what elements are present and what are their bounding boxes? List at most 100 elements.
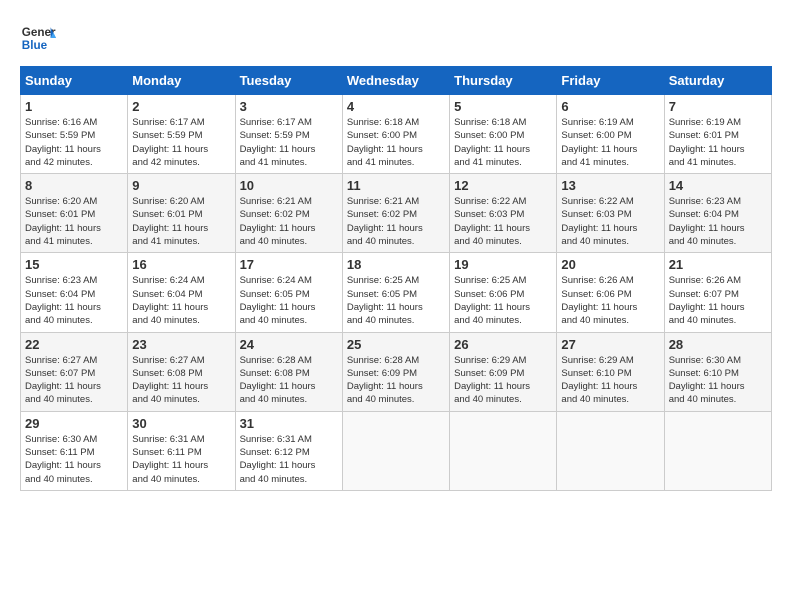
day-info: Sunrise: 6:28 AM Sunset: 6:09 PM Dayligh…	[347, 354, 445, 407]
calendar-cell: 11 Sunrise: 6:21 AM Sunset: 6:02 PM Dayli…	[342, 174, 449, 253]
day-number: 3	[240, 99, 338, 114]
logo-icon: General Blue	[20, 20, 56, 56]
day-number: 28	[669, 337, 767, 352]
day-info: Sunrise: 6:29 AM Sunset: 6:10 PM Dayligh…	[561, 354, 659, 407]
day-number: 15	[25, 257, 123, 272]
calendar-cell: 28 Sunrise: 6:30 AM Sunset: 6:10 PM Dayli…	[664, 332, 771, 411]
day-info: Sunrise: 6:27 AM Sunset: 6:07 PM Dayligh…	[25, 354, 123, 407]
calendar-cell	[450, 411, 557, 490]
calendar-cell: 25 Sunrise: 6:28 AM Sunset: 6:09 PM Dayli…	[342, 332, 449, 411]
day-number: 2	[132, 99, 230, 114]
weekday-thursday: Thursday	[450, 67, 557, 95]
calendar-cell: 31 Sunrise: 6:31 AM Sunset: 6:12 PM Dayli…	[235, 411, 342, 490]
day-number: 17	[240, 257, 338, 272]
day-info: Sunrise: 6:23 AM Sunset: 6:04 PM Dayligh…	[669, 195, 767, 248]
day-info: Sunrise: 6:18 AM Sunset: 6:00 PM Dayligh…	[454, 116, 552, 169]
day-info: Sunrise: 6:23 AM Sunset: 6:04 PM Dayligh…	[25, 274, 123, 327]
day-number: 21	[669, 257, 767, 272]
day-info: Sunrise: 6:28 AM Sunset: 6:08 PM Dayligh…	[240, 354, 338, 407]
day-info: Sunrise: 6:31 AM Sunset: 6:11 PM Dayligh…	[132, 433, 230, 486]
calendar-cell	[664, 411, 771, 490]
day-info: Sunrise: 6:24 AM Sunset: 6:04 PM Dayligh…	[132, 274, 230, 327]
day-number: 20	[561, 257, 659, 272]
day-number: 9	[132, 178, 230, 193]
weekday-monday: Monday	[128, 67, 235, 95]
calendar-cell: 19 Sunrise: 6:25 AM Sunset: 6:06 PM Dayli…	[450, 253, 557, 332]
week-row-2: 8 Sunrise: 6:20 AM Sunset: 6:01 PM Daylig…	[21, 174, 772, 253]
day-info: Sunrise: 6:21 AM Sunset: 6:02 PM Dayligh…	[347, 195, 445, 248]
day-info: Sunrise: 6:17 AM Sunset: 5:59 PM Dayligh…	[240, 116, 338, 169]
weekday-tuesday: Tuesday	[235, 67, 342, 95]
day-number: 11	[347, 178, 445, 193]
day-number: 1	[25, 99, 123, 114]
day-info: Sunrise: 6:21 AM Sunset: 6:02 PM Dayligh…	[240, 195, 338, 248]
calendar-cell: 3 Sunrise: 6:17 AM Sunset: 5:59 PM Daylig…	[235, 95, 342, 174]
day-info: Sunrise: 6:30 AM Sunset: 6:11 PM Dayligh…	[25, 433, 123, 486]
calendar-cell: 2 Sunrise: 6:17 AM Sunset: 5:59 PM Daylig…	[128, 95, 235, 174]
calendar-cell: 10 Sunrise: 6:21 AM Sunset: 6:02 PM Dayli…	[235, 174, 342, 253]
calendar-cell: 26 Sunrise: 6:29 AM Sunset: 6:09 PM Dayli…	[450, 332, 557, 411]
day-info: Sunrise: 6:26 AM Sunset: 6:06 PM Dayligh…	[561, 274, 659, 327]
day-info: Sunrise: 6:30 AM Sunset: 6:10 PM Dayligh…	[669, 354, 767, 407]
calendar-cell: 20 Sunrise: 6:26 AM Sunset: 6:06 PM Dayli…	[557, 253, 664, 332]
day-number: 27	[561, 337, 659, 352]
calendar-body: 1Sunrise: 6:16 AM Sunset: 5:59 PM Daylig…	[21, 95, 772, 491]
day-info: Sunrise: 6:27 AM Sunset: 6:08 PM Dayligh…	[132, 354, 230, 407]
calendar-cell: 12Sunrise: 6:22 AM Sunset: 6:03 PM Dayli…	[450, 174, 557, 253]
day-number: 19	[454, 257, 552, 272]
day-info: Sunrise: 6:22 AM Sunset: 6:03 PM Dayligh…	[454, 195, 552, 248]
day-number: 4	[347, 99, 445, 114]
day-number: 22	[25, 337, 123, 352]
week-row-5: 29 Sunrise: 6:30 AM Sunset: 6:11 PM Dayli…	[21, 411, 772, 490]
weekday-sunday: Sunday	[21, 67, 128, 95]
day-info: Sunrise: 6:29 AM Sunset: 6:09 PM Dayligh…	[454, 354, 552, 407]
day-number: 14	[669, 178, 767, 193]
calendar-cell: 9 Sunrise: 6:20 AM Sunset: 6:01 PM Daylig…	[128, 174, 235, 253]
calendar-table: SundayMondayTuesdayWednesdayThursdayFrid…	[20, 66, 772, 491]
svg-text:Blue: Blue	[22, 39, 48, 52]
day-info: Sunrise: 6:19 AM Sunset: 6:01 PM Dayligh…	[669, 116, 767, 169]
calendar-cell: 7 Sunrise: 6:19 AM Sunset: 6:01 PM Daylig…	[664, 95, 771, 174]
calendar-cell: 23Sunrise: 6:27 AM Sunset: 6:08 PM Dayli…	[128, 332, 235, 411]
week-row-1: 1Sunrise: 6:16 AM Sunset: 5:59 PM Daylig…	[21, 95, 772, 174]
calendar-cell: 30 Sunrise: 6:31 AM Sunset: 6:11 PM Dayli…	[128, 411, 235, 490]
day-number: 6	[561, 99, 659, 114]
calendar-cell	[342, 411, 449, 490]
day-info: Sunrise: 6:17 AM Sunset: 5:59 PM Dayligh…	[132, 116, 230, 169]
day-number: 8	[25, 178, 123, 193]
calendar-cell: 14 Sunrise: 6:23 AM Sunset: 6:04 PM Dayli…	[664, 174, 771, 253]
day-number: 26	[454, 337, 552, 352]
day-number: 25	[347, 337, 445, 352]
calendar-cell: 1Sunrise: 6:16 AM Sunset: 5:59 PM Daylig…	[21, 95, 128, 174]
calendar-cell: 17Sunrise: 6:24 AM Sunset: 6:05 PM Dayli…	[235, 253, 342, 332]
day-info: Sunrise: 6:31 AM Sunset: 6:12 PM Dayligh…	[240, 433, 338, 486]
calendar-cell: 15 Sunrise: 6:23 AM Sunset: 6:04 PM Dayli…	[21, 253, 128, 332]
calendar-cell	[557, 411, 664, 490]
weekday-wednesday: Wednesday	[342, 67, 449, 95]
day-number: 24	[240, 337, 338, 352]
day-info: Sunrise: 6:25 AM Sunset: 6:06 PM Dayligh…	[454, 274, 552, 327]
calendar-cell: 27 Sunrise: 6:29 AM Sunset: 6:10 PM Dayli…	[557, 332, 664, 411]
day-number: 29	[25, 416, 123, 431]
day-number: 13	[561, 178, 659, 193]
day-number: 16	[132, 257, 230, 272]
page-header: General Blue	[20, 20, 772, 56]
day-info: Sunrise: 6:22 AM Sunset: 6:03 PM Dayligh…	[561, 195, 659, 248]
calendar-cell: 4Sunrise: 6:18 AM Sunset: 6:00 PM Daylig…	[342, 95, 449, 174]
day-number: 7	[669, 99, 767, 114]
calendar-cell: 22 Sunrise: 6:27 AM Sunset: 6:07 PM Dayli…	[21, 332, 128, 411]
weekday-header-row: SundayMondayTuesdayWednesdayThursdayFrid…	[21, 67, 772, 95]
calendar-cell: 6 Sunrise: 6:19 AM Sunset: 6:00 PM Daylig…	[557, 95, 664, 174]
day-info: Sunrise: 6:25 AM Sunset: 6:05 PM Dayligh…	[347, 274, 445, 327]
weekday-saturday: Saturday	[664, 67, 771, 95]
day-number: 30	[132, 416, 230, 431]
calendar-cell: 21 Sunrise: 6:26 AM Sunset: 6:07 PM Dayli…	[664, 253, 771, 332]
day-info: Sunrise: 6:26 AM Sunset: 6:07 PM Dayligh…	[669, 274, 767, 327]
day-number: 31	[240, 416, 338, 431]
logo: General Blue	[20, 20, 56, 56]
day-number: 18	[347, 257, 445, 272]
day-number: 5	[454, 99, 552, 114]
day-info: Sunrise: 6:19 AM Sunset: 6:00 PM Dayligh…	[561, 116, 659, 169]
day-info: Sunrise: 6:20 AM Sunset: 6:01 PM Dayligh…	[132, 195, 230, 248]
day-number: 10	[240, 178, 338, 193]
